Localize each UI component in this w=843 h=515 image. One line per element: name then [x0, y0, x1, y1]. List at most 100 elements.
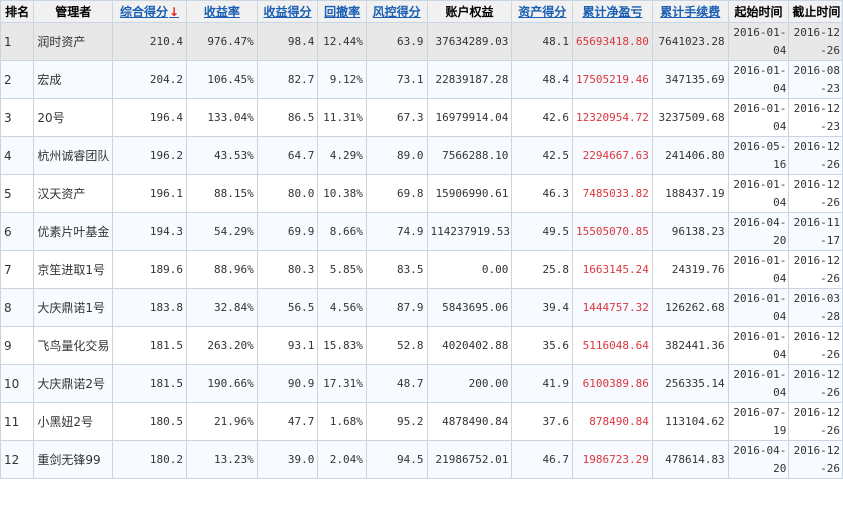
cell-end-date: 2016-03-28	[788, 288, 843, 327]
table-row[interactable]: 10 大庆鼎诺2号 181.5 190.66% 90.9 17.31% 48.7 200.00…	[0, 364, 843, 403]
col-header-risk-score[interactable]: 风控得分	[365, 0, 428, 23]
cell-end-date: 2016-11-17	[788, 212, 843, 251]
cell-asset-score: 42.6	[511, 98, 574, 137]
cell-start-date: 2016-01-04	[727, 250, 790, 289]
cell-equity: 15906990.61	[426, 174, 513, 213]
cell-equity: 4878490.84	[426, 402, 513, 441]
cell-net-pnl: 2294667.63	[572, 136, 653, 175]
table-row[interactable]: 11 小黑妞2号 180.5 21.96% 47.7 1.68% 95.2 4878490.8…	[0, 402, 843, 441]
cell-equity: 4020402.88	[426, 326, 513, 365]
cell-manager: 20号	[33, 98, 114, 137]
cell-manager: 宏成	[33, 60, 114, 99]
cell-net-pnl: 12320954.72	[572, 98, 653, 137]
cell-manager: 优素片叶基金	[33, 212, 114, 251]
cell-manager: 京笙进取1号	[33, 250, 114, 289]
cell-return-rate: 133.04%	[185, 98, 258, 137]
col-header-fees[interactable]: 累计手续费	[651, 0, 729, 23]
cell-start-date: 2016-01-04	[727, 98, 790, 137]
cell-risk-score: 89.0	[365, 136, 428, 175]
cell-drawdown: 17.31%	[317, 364, 367, 403]
col-header-composite-score[interactable]: 综合得分↓	[112, 0, 187, 23]
cell-asset-score: 42.5	[511, 136, 574, 175]
cell-rank: 8	[0, 288, 35, 327]
cell-return-rate: 976.47%	[185, 22, 258, 61]
table-row[interactable]: 3 20号 196.4 133.04% 86.5 11.31% 67.3 16979914.0…	[0, 98, 843, 137]
cell-end-date: 2016-12-26	[788, 402, 843, 441]
table-row[interactable]: 7 京笙进取1号 189.6 88.96% 80.3 5.85% 83.5 0.00 25.8 1…	[0, 250, 843, 289]
cell-risk-score: 52.8	[365, 326, 428, 365]
col-header-end-date: 截止时间	[788, 0, 843, 23]
cell-asset-score: 46.7	[511, 440, 574, 479]
cell-risk-score: 87.9	[365, 288, 428, 327]
col-header-return-score[interactable]: 收益得分	[256, 0, 319, 23]
table-row[interactable]: 8 大庆鼎诺1号 183.8 32.84% 56.5 4.56% 87.9 5843695.0…	[0, 288, 843, 327]
cell-composite-score: 180.2	[112, 440, 187, 479]
cell-fees: 3237509.68	[651, 98, 729, 137]
cell-net-pnl: 878490.84	[572, 402, 653, 441]
cell-risk-score: 94.5	[365, 440, 428, 479]
cell-rank: 11	[0, 402, 35, 441]
cell-rank: 2	[0, 60, 35, 99]
col-header-return-rate[interactable]: 收益率	[185, 0, 258, 23]
cell-return-rate: 32.84%	[185, 288, 258, 327]
cell-manager: 小黑妞2号	[33, 402, 114, 441]
cell-end-date: 2016-08-23	[788, 60, 843, 99]
cell-net-pnl: 1986723.29	[572, 440, 653, 479]
table-row[interactable]: 6 优素片叶基金 194.3 54.29% 69.9 8.66% 74.9 114237919…	[0, 212, 843, 251]
cell-composite-score: 204.2	[112, 60, 187, 99]
cell-asset-score: 46.3	[511, 174, 574, 213]
cell-start-date: 2016-01-04	[727, 174, 790, 213]
cell-asset-score: 48.4	[511, 60, 574, 99]
cell-risk-score: 95.2	[365, 402, 428, 441]
col-header-drawdown[interactable]: 回撤率	[317, 0, 367, 23]
cell-net-pnl: 15505070.85	[572, 212, 653, 251]
cell-manager: 润时资产	[33, 22, 114, 61]
cell-rank: 9	[0, 326, 35, 365]
col-header-equity: 账户权益	[426, 0, 513, 23]
cell-equity: 114237919.53	[426, 212, 513, 251]
cell-equity: 7566288.10	[426, 136, 513, 175]
table-row[interactable]: 5 汉天资产 196.1 88.15% 80.0 10.38% 69.8 15906990.6…	[0, 174, 843, 213]
cell-composite-score: 196.4	[112, 98, 187, 137]
cell-start-date: 2016-01-04	[727, 364, 790, 403]
cell-equity: 22839187.28	[426, 60, 513, 99]
cell-asset-score: 41.9	[511, 364, 574, 403]
cell-fees: 96138.23	[651, 212, 729, 251]
cell-manager: 大庆鼎诺1号	[33, 288, 114, 327]
cell-start-date: 2016-01-04	[727, 326, 790, 365]
cell-rank: 3	[0, 98, 35, 137]
cell-return-score: 90.9	[256, 364, 319, 403]
table-row[interactable]: 1 润时资产 210.4 976.47% 98.4 12.44% 63.9 37634289.…	[0, 22, 843, 61]
cell-drawdown: 4.29%	[317, 136, 367, 175]
cell-return-score: 86.5	[256, 98, 319, 137]
cell-drawdown: 2.04%	[317, 440, 367, 479]
table-row[interactable]: 2 宏成 204.2 106.45% 82.7 9.12% 73.1 22839187.28 4…	[0, 60, 843, 99]
col-header-asset-score[interactable]: 资产得分	[511, 0, 574, 23]
col-header-start-date: 起始时间	[727, 0, 790, 23]
cell-net-pnl: 17505219.46	[572, 60, 653, 99]
cell-fees: 7641023.28	[651, 22, 729, 61]
col-header-composite-score-label: 综合得分	[120, 5, 169, 19]
table-row[interactable]: 12 重剑无锋99 180.2 13.23% 39.0 2.04% 94.5 21986752…	[0, 440, 843, 479]
cell-risk-score: 74.9	[365, 212, 428, 251]
col-header-net-pnl[interactable]: 累计净盈亏	[572, 0, 653, 23]
cell-manager: 大庆鼎诺2号	[33, 364, 114, 403]
cell-composite-score: 196.1	[112, 174, 187, 213]
cell-net-pnl: 1663145.24	[572, 250, 653, 289]
table-row[interactable]: 9 飞鸟量化交易 181.5 263.20% 93.1 15.83% 52.8 4020402…	[0, 326, 843, 365]
cell-return-rate: 13.23%	[185, 440, 258, 479]
cell-net-pnl: 5116048.64	[572, 326, 653, 365]
cell-fees: 188437.19	[651, 174, 729, 213]
cell-risk-score: 63.9	[365, 22, 428, 61]
cell-end-date: 2016-12-26	[788, 250, 843, 289]
cell-fees: 382441.36	[651, 326, 729, 365]
cell-risk-score: 73.1	[365, 60, 428, 99]
cell-rank: 5	[0, 174, 35, 213]
cell-rank: 4	[0, 136, 35, 175]
col-header-rank: 排名	[0, 0, 35, 23]
cell-start-date: 2016-01-04	[727, 22, 790, 61]
cell-drawdown: 11.31%	[317, 98, 367, 137]
cell-return-rate: 21.96%	[185, 402, 258, 441]
cell-end-date: 2016-12-26	[788, 440, 843, 479]
table-row[interactable]: 4 杭州诚睿团队 196.2 43.53% 64.7 4.29% 89.0 7566288.1…	[0, 136, 843, 175]
